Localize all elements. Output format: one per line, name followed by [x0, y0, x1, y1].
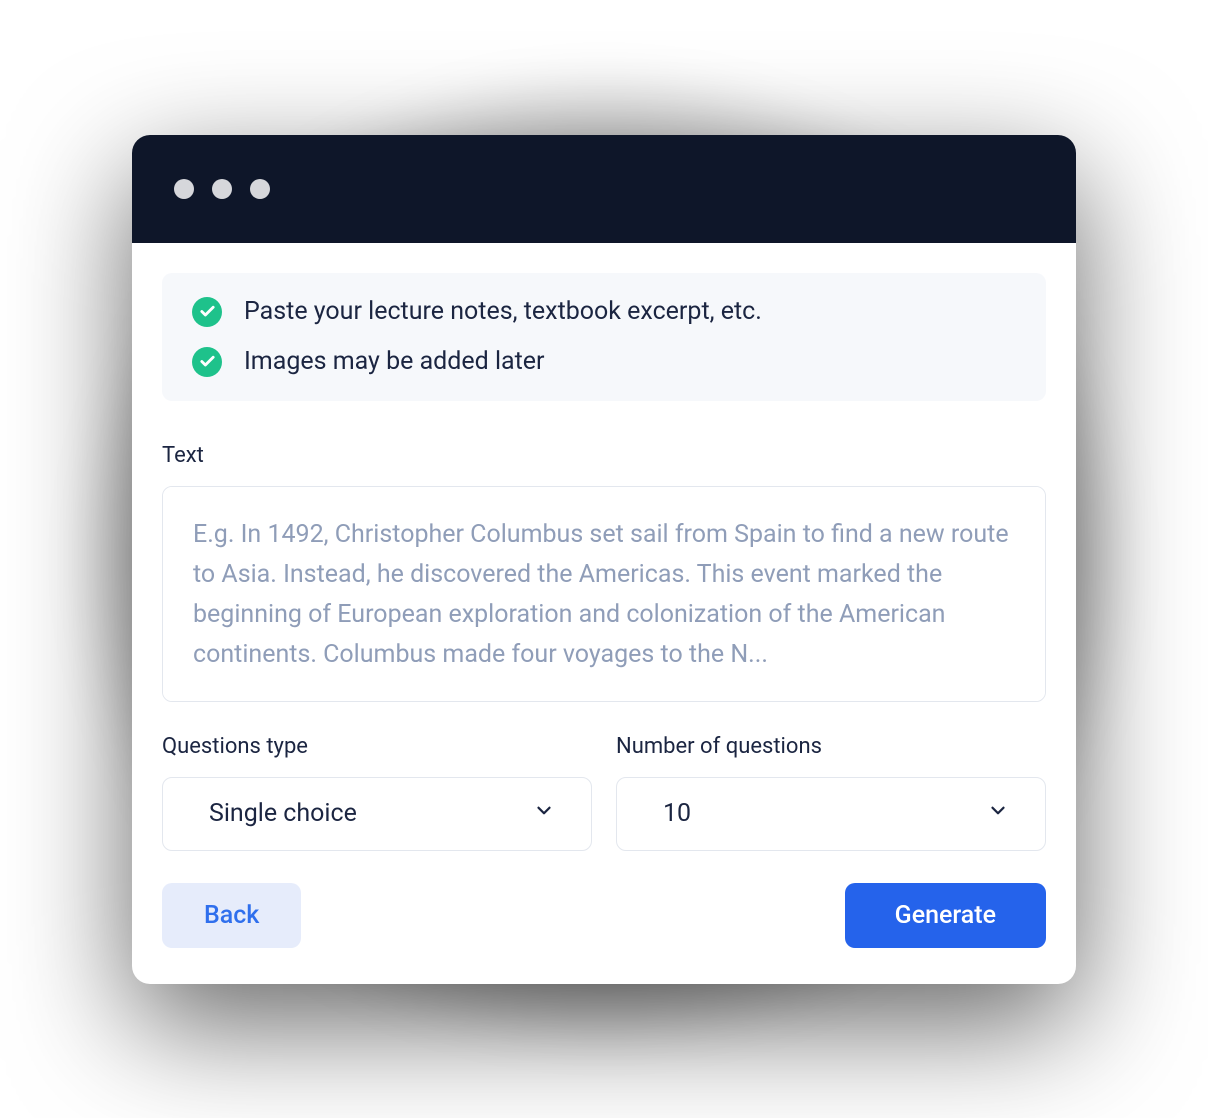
button-row: Back Generate [162, 883, 1046, 948]
chevron-down-icon [533, 799, 555, 828]
back-button[interactable]: Back [162, 883, 301, 948]
info-text: Paste your lecture notes, textbook excer… [244, 297, 762, 326]
number-of-questions-col: Number of questions 10 [616, 734, 1046, 851]
app-window: Paste your lecture notes, textbook excer… [132, 135, 1076, 984]
check-circle-icon [192, 297, 222, 327]
questions-type-label: Questions type [162, 734, 592, 759]
info-panel: Paste your lecture notes, textbook excer… [162, 273, 1046, 401]
number-of-questions-value: 10 [663, 799, 691, 828]
text-label: Text [162, 443, 1046, 468]
info-row: Paste your lecture notes, textbook excer… [192, 297, 1016, 327]
chevron-down-icon [987, 799, 1009, 828]
questions-type-col: Questions type Single choice [162, 734, 592, 851]
traffic-light-maximize[interactable] [250, 179, 270, 199]
main-content: Paste your lecture notes, textbook excer… [132, 243, 1076, 984]
traffic-light-close[interactable] [174, 179, 194, 199]
number-of-questions-label: Number of questions [616, 734, 1046, 759]
info-row: Images may be added later [192, 347, 1016, 377]
generate-button[interactable]: Generate [845, 883, 1046, 948]
questions-type-select[interactable]: Single choice [162, 777, 592, 851]
info-text: Images may be added later [244, 347, 545, 376]
options-row: Questions type Single choice Number of q… [162, 734, 1046, 851]
traffic-light-minimize[interactable] [212, 179, 232, 199]
number-of-questions-select[interactable]: 10 [616, 777, 1046, 851]
questions-type-value: Single choice [209, 799, 357, 828]
text-input[interactable] [162, 486, 1046, 702]
window-titlebar [132, 135, 1076, 243]
check-circle-icon [192, 347, 222, 377]
